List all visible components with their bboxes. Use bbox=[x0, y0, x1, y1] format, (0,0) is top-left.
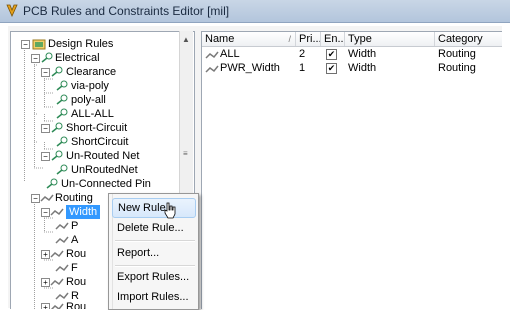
routing-rule-type-icon bbox=[50, 250, 64, 258]
tree-node-un-routed-net[interactable]: − Un-Routed Net bbox=[11, 149, 194, 163]
column-header-type[interactable]: Type bbox=[345, 32, 435, 46]
tree-node-label: Width bbox=[66, 205, 101, 219]
tree-node-label: A bbox=[71, 234, 79, 246]
collapse-icon[interactable]: + bbox=[41, 303, 50, 309]
rule-icon bbox=[56, 108, 68, 119]
collapse-icon[interactable]: − bbox=[41, 208, 50, 217]
tree-node-label: Rou bbox=[66, 276, 87, 288]
tree-node-electrical[interactable]: − Electrical bbox=[11, 51, 194, 65]
tree-node-label: poly-all bbox=[71, 94, 106, 106]
tree-node-clearance[interactable]: − Clearance bbox=[11, 65, 194, 79]
table-row[interactable]: ALL 2 ✔ Width Routing bbox=[202, 48, 502, 61]
tree-node-label: ShortCircuit bbox=[71, 136, 129, 148]
rule-type-icon bbox=[46, 178, 58, 189]
routing-rule-type-icon bbox=[50, 278, 64, 286]
collapse-icon[interactable]: − bbox=[21, 40, 30, 49]
routing-rule-icon bbox=[55, 236, 69, 244]
collapse-icon[interactable]: − bbox=[41, 152, 50, 161]
menu-item-export-rules[interactable]: Export Rules... bbox=[112, 267, 196, 287]
collapse-icon[interactable]: − bbox=[41, 68, 50, 77]
tree-node-label: Routing bbox=[55, 192, 93, 204]
tree-node-label: P bbox=[71, 220, 79, 232]
menu-item-new-rule[interactable]: New Rule... bbox=[112, 198, 196, 218]
rule-type-icon bbox=[51, 122, 63, 133]
collapse-icon[interactable]: + bbox=[41, 250, 50, 259]
sort-indicator-icon: / bbox=[288, 34, 291, 44]
tree-node-poly-all[interactable]: poly-all bbox=[11, 93, 194, 107]
menu-item-delete-rule[interactable]: Delete Rule... bbox=[112, 218, 196, 238]
cell-category: Routing bbox=[438, 48, 476, 60]
collapse-icon[interactable]: − bbox=[31, 194, 40, 203]
tree-node-short-circuit[interactable]: − Short-Circuit bbox=[11, 121, 194, 135]
context-menu: New Rule... Delete Rule... Report... Exp… bbox=[108, 193, 199, 310]
tree-node-all-all[interactable]: ALL-ALL bbox=[11, 107, 194, 121]
routing-rule-icon bbox=[55, 222, 69, 230]
tree-node-label: Un-Routed Net bbox=[66, 150, 140, 162]
tree-node-label: Rou bbox=[66, 248, 87, 260]
cell-name: PWR_Width bbox=[220, 62, 280, 74]
tree-node-un-connected-pin[interactable]: Un-Connected Pin bbox=[11, 177, 194, 191]
enabled-checkbox[interactable]: ✔ bbox=[326, 63, 337, 74]
column-header-label: Pri... bbox=[299, 33, 321, 45]
mouse-pointer-icon bbox=[164, 202, 176, 219]
scroll-thumb-grip-icon[interactable]: ≡ bbox=[183, 149, 188, 158]
tree-node-via-poly[interactable]: via-poly bbox=[11, 79, 194, 93]
routing-category-icon bbox=[40, 194, 54, 202]
collapse-icon[interactable]: − bbox=[41, 124, 50, 133]
rules-grid[interactable]: Name / Pri... En... Type Category ALL 2 … bbox=[201, 31, 502, 309]
tree-node-label: Design Rules bbox=[48, 38, 114, 50]
design-rules-folder-icon bbox=[32, 39, 46, 50]
rule-icon bbox=[56, 136, 68, 147]
rule-icon bbox=[56, 164, 68, 175]
menu-item-report[interactable]: Report... bbox=[112, 243, 196, 263]
column-header-label: En... bbox=[324, 33, 345, 45]
column-header-label: Category bbox=[438, 33, 483, 45]
rule-type-icon bbox=[51, 150, 63, 161]
cell-name: ALL bbox=[220, 48, 240, 60]
tree-node-label: Clearance bbox=[66, 66, 117, 78]
electrical-category-icon bbox=[41, 52, 53, 63]
cell-type: Width bbox=[348, 48, 377, 60]
rule-icon bbox=[56, 80, 68, 91]
grid-header: Name / Pri... En... Type Category bbox=[202, 32, 502, 47]
table-row[interactable]: PWR_Width 1 ✔ Width Routing bbox=[202, 62, 502, 75]
menu-separator bbox=[115, 240, 195, 242]
collapse-icon[interactable]: + bbox=[41, 278, 50, 287]
enabled-checkbox[interactable]: ✔ bbox=[326, 49, 337, 60]
rule-icon bbox=[56, 94, 68, 105]
column-header-enabled[interactable]: En... bbox=[321, 32, 345, 46]
tree-node-shortcircuit[interactable]: ShortCircuit bbox=[11, 135, 194, 149]
routing-rule-icon bbox=[55, 264, 69, 272]
pcb-app-icon bbox=[6, 4, 18, 17]
tree-node-unroutednet[interactable]: UnRoutedNet bbox=[11, 163, 194, 177]
window-title: PCB Rules and Constraints Editor [mil] bbox=[23, 4, 230, 18]
tree-node-label: via-poly bbox=[71, 80, 109, 92]
tree-node-label: UnRoutedNet bbox=[71, 164, 138, 176]
scroll-up-arrow-icon[interactable]: ▲ bbox=[182, 35, 190, 44]
rule-type-icon bbox=[51, 66, 63, 77]
tree-node-label: Un-Connected Pin bbox=[61, 178, 151, 190]
cell-category: Routing bbox=[438, 62, 476, 74]
tree-node-label: F bbox=[71, 262, 78, 274]
collapse-icon[interactable]: − bbox=[31, 54, 40, 63]
cell-type: Width bbox=[348, 62, 377, 74]
tree-node-design-rules[interactable]: − Design Rules bbox=[11, 37, 194, 51]
menu-item-import-rules[interactable]: Import Rules... bbox=[112, 287, 196, 307]
cell-priority: 2 bbox=[299, 48, 306, 60]
column-header-label: Type bbox=[348, 33, 372, 45]
tree-node-label: Short-Circuit bbox=[66, 122, 128, 134]
column-header-category[interactable]: Category bbox=[435, 32, 502, 46]
cell-priority: 1 bbox=[299, 62, 306, 74]
routing-rule-type-icon bbox=[50, 208, 64, 216]
title-bar: PCB Rules and Constraints Editor [mil] bbox=[0, 0, 510, 23]
column-header-priority[interactable]: Pri... bbox=[296, 32, 321, 46]
column-header-name[interactable]: Name / bbox=[202, 32, 296, 46]
column-header-label: Name bbox=[205, 33, 235, 45]
tree-node-label: ALL-ALL bbox=[71, 108, 114, 120]
tree-node-label: Electrical bbox=[55, 52, 100, 64]
